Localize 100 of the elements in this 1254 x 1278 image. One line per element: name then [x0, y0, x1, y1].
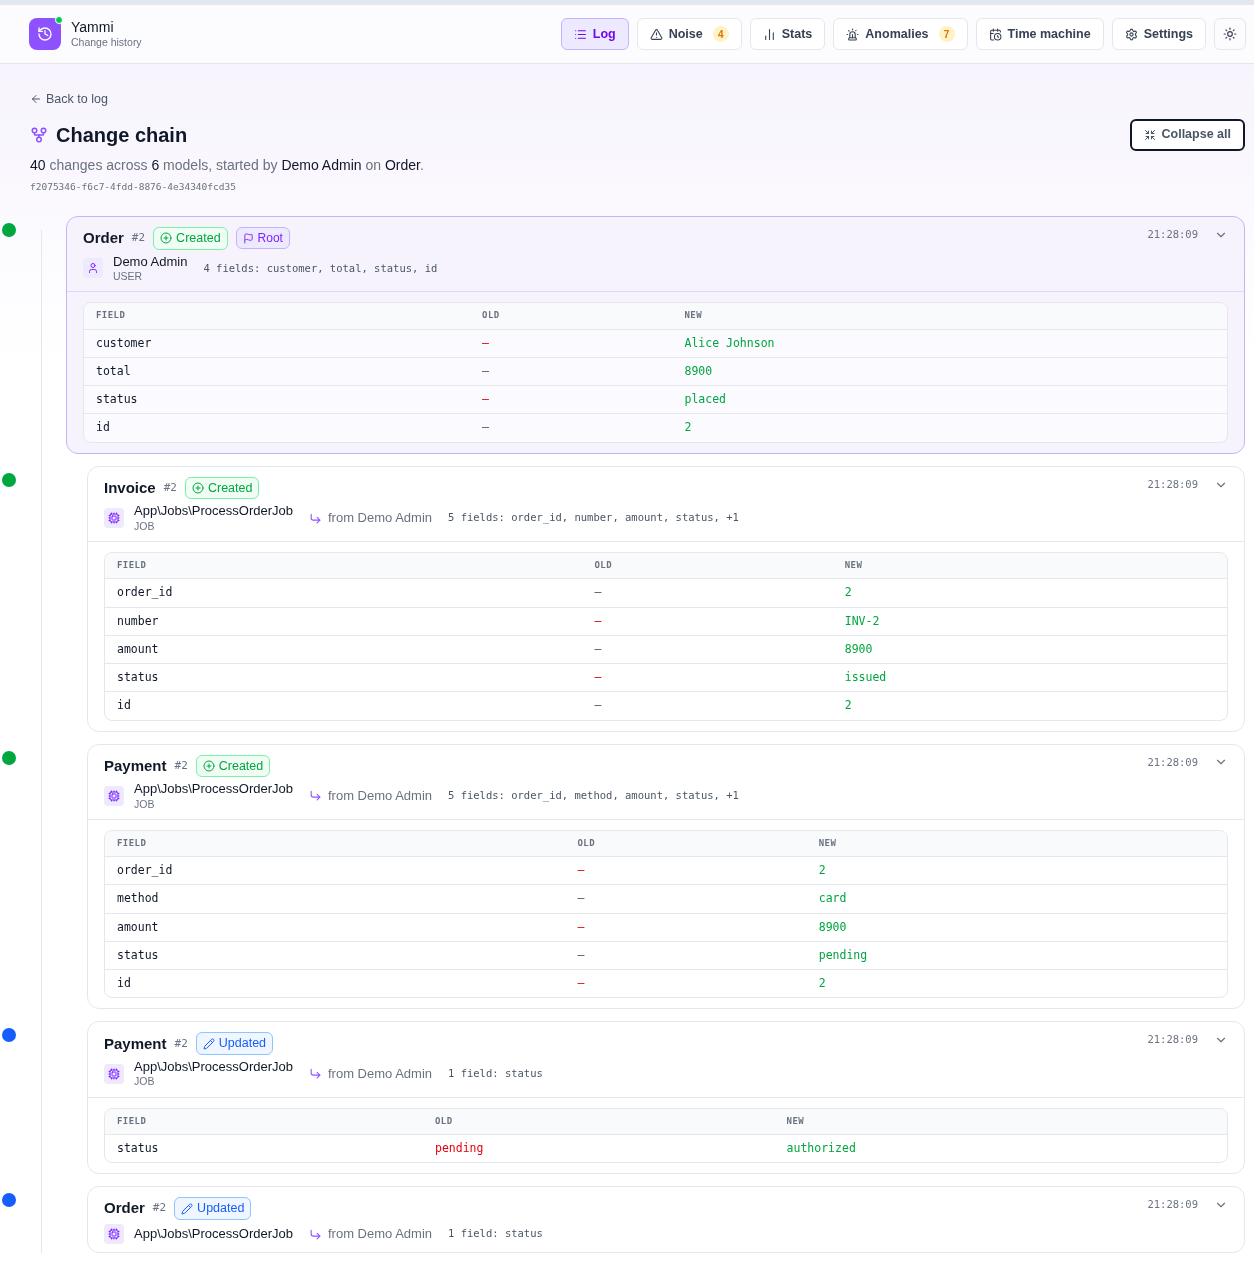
timestamp: 21:28:09	[1147, 476, 1198, 492]
actor-name: App\Jobs\ProcessOrderJob	[134, 503, 293, 520]
old-value-cell: –	[565, 856, 807, 885]
new-value-cell: card	[806, 884, 1227, 913]
new-value-cell: 8900	[806, 912, 1227, 941]
old-value-cell: –	[582, 606, 833, 635]
pencil-icon	[202, 1037, 215, 1050]
old-value-cell: –	[470, 385, 673, 414]
old-value-cell: –	[565, 884, 807, 913]
column-header: NEW	[817, 836, 838, 850]
chain-summary: 40 changes across 6 models, started by Demo Admin on Order.	[30, 155, 425, 175]
timestamp: 21:28:09	[1147, 227, 1198, 242]
status-badge: Updated	[174, 1197, 252, 1220]
field-cell: status	[105, 1134, 423, 1163]
model-name: Payment	[104, 1033, 167, 1054]
field-cell: total	[84, 356, 471, 386]
model-name: Payment	[104, 755, 167, 776]
field-cell: amount	[105, 634, 583, 663]
list-icon	[573, 27, 587, 41]
new-value-cell: issued	[832, 663, 1227, 692]
root-badge: Root	[235, 227, 290, 250]
column-header: FIELD	[95, 309, 127, 323]
column-header: NEW	[843, 558, 864, 572]
fields-summary: 4 fields: customer, total, status, id	[203, 260, 438, 276]
flag-icon	[242, 232, 254, 244]
status-badge: Updated	[195, 1032, 274, 1056]
new-value-cell: 8900	[832, 634, 1227, 663]
actor-type: JOB	[134, 519, 156, 533]
column-header: FIELD	[116, 1114, 148, 1128]
record-number: #2	[174, 757, 188, 774]
plus-circle-icon	[160, 232, 173, 245]
calendar-clock-icon	[988, 27, 1002, 41]
warning-icon	[649, 27, 663, 41]
field-cell: id	[84, 413, 471, 442]
gear-icon	[1124, 27, 1138, 41]
app-name: Yammi	[71, 18, 115, 37]
new-value-cell: 2	[832, 578, 1227, 607]
column-header: NEW	[683, 309, 704, 323]
actor-name: App\Jobs\ProcessOrderJob	[134, 781, 293, 798]
column-header: OLD	[434, 1114, 454, 1128]
app-subtitle: Change history	[71, 36, 142, 50]
new-value-cell: Alice Johnson	[672, 328, 1227, 357]
field-cell: number	[105, 606, 583, 635]
field-cell: status	[105, 663, 583, 692]
nav-tab[interactable]: Anomalies 7	[833, 18, 968, 50]
column-header: OLD	[593, 558, 614, 572]
pencil-icon	[181, 1202, 194, 1215]
old-value-cell: –	[565, 969, 807, 998]
collapse-icon	[1143, 128, 1156, 141]
nav-tab[interactable]: Stats	[749, 18, 826, 50]
record-number: #2	[163, 479, 177, 496]
actor-name: Demo Admin	[113, 253, 188, 270]
old-value-cell: –	[582, 663, 833, 692]
new-value-cell: placed	[672, 385, 1227, 414]
fields-summary: 1 field: status	[448, 1226, 543, 1242]
record-number: #2	[174, 1035, 188, 1052]
count-badge: 4	[712, 26, 729, 42]
fields-summary: 1 field: status	[448, 1065, 543, 1081]
old-value-cell: –	[470, 356, 673, 386]
back-link[interactable]: Back to log	[30, 90, 108, 109]
actor-type: JOB	[134, 1075, 156, 1089]
actor-type: JOB	[134, 797, 156, 811]
field-cell: status	[105, 940, 566, 970]
nav-tab[interactable]: Settings	[1111, 18, 1206, 50]
field-cell: id	[105, 969, 566, 998]
return-arrow-icon	[308, 511, 322, 525]
nav-tab[interactable]: Log	[560, 18, 629, 50]
old-value-cell: –	[470, 328, 673, 357]
origin-text: from Demo Admin	[327, 787, 432, 806]
field-cell: method	[105, 884, 566, 913]
page-title: Change chain	[56, 122, 188, 148]
branch-icon	[30, 125, 48, 144]
model-name: Order	[83, 228, 124, 249]
actor-name: App\Jobs\ProcessOrderJob	[134, 1059, 293, 1076]
timestamp: 21:28:09	[1147, 1032, 1198, 1048]
status-badge: Created	[153, 227, 228, 250]
old-value-cell: –	[565, 940, 807, 970]
actor-name: App\Jobs\ProcessOrderJob	[134, 1225, 293, 1243]
collapse-all-button[interactable]: Collapse all	[1129, 118, 1245, 151]
origin-text: from Demo Admin	[327, 509, 432, 528]
new-value-cell: 2	[806, 969, 1227, 998]
sun-icon	[1223, 27, 1237, 41]
nav-tab[interactable]: Noise 4	[636, 18, 742, 50]
return-arrow-icon	[308, 1227, 322, 1241]
field-cell: id	[105, 691, 583, 720]
field-cell: customer	[84, 328, 471, 357]
model-name: Invoice	[104, 477, 156, 498]
old-value-cell: –	[582, 634, 833, 663]
nav-tab[interactable]: Time machine	[975, 18, 1104, 50]
bar-chart-icon	[762, 27, 776, 41]
new-value-cell: 8900	[672, 356, 1227, 386]
column-header: FIELD	[116, 558, 148, 572]
model-name: Order	[104, 1198, 145, 1219]
new-value-cell: 2	[672, 413, 1227, 442]
column-header: OLD	[576, 836, 596, 850]
timestamp: 21:28:09	[1147, 1197, 1198, 1213]
timestamp: 21:28:09	[1147, 754, 1198, 770]
plus-circle-icon	[191, 482, 204, 494]
column-header: NEW	[785, 1114, 806, 1128]
theme-toggle-button[interactable]	[1214, 18, 1246, 50]
